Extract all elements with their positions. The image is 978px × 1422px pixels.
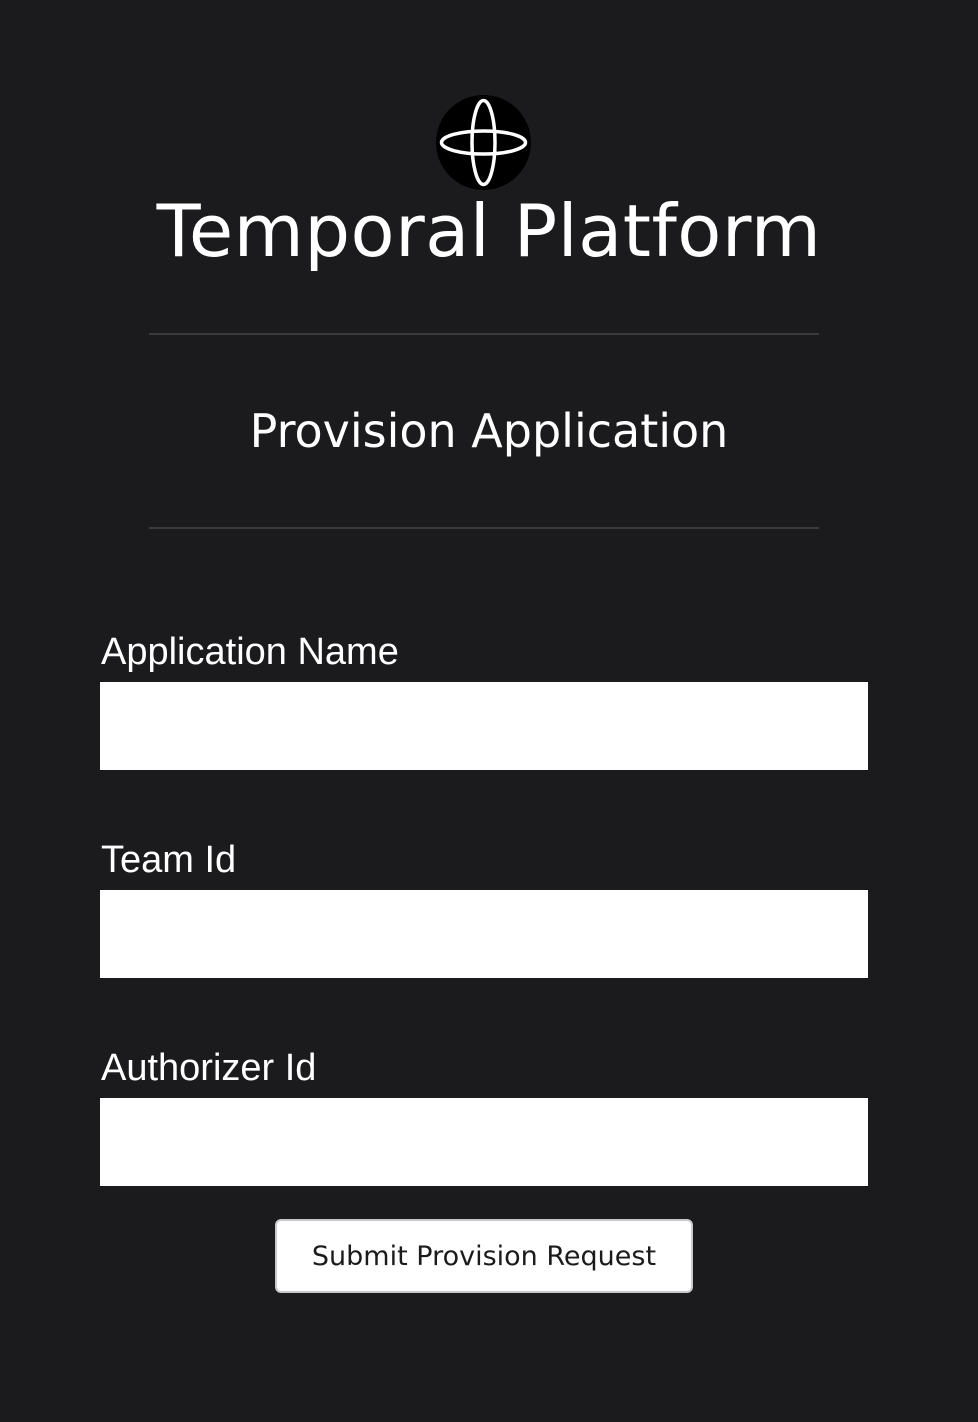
divider [149, 527, 819, 529]
authorizer-id-input[interactable] [100, 1098, 868, 1186]
application-name-input[interactable] [100, 682, 868, 770]
brand-title: Temporal Platform [156, 189, 822, 273]
team-id-input[interactable] [100, 890, 868, 978]
application-name-label: Application Name [101, 631, 399, 673]
temporal-logo-icon [436, 95, 531, 190]
page-title: Provision Application [249, 404, 729, 458]
authorizer-id-label: Authorizer Id [101, 1047, 317, 1089]
divider [149, 333, 819, 335]
team-id-label: Team Id [101, 839, 237, 881]
submit-provision-request-button[interactable]: Submit Provision Request [275, 1219, 693, 1293]
